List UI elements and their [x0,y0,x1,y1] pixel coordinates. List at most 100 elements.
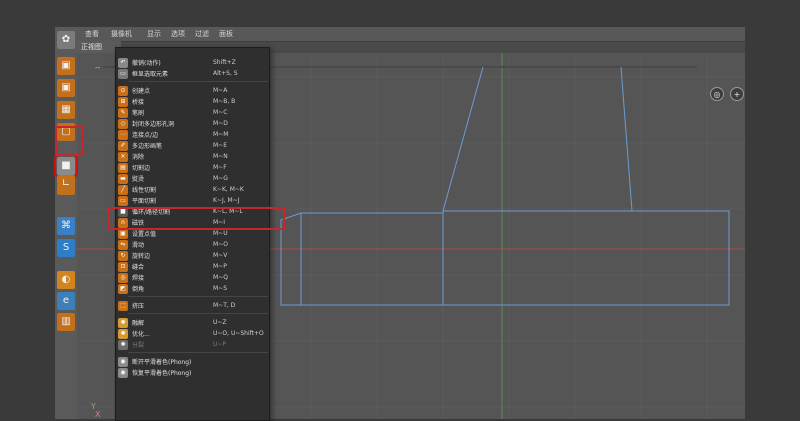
menu-panel[interactable]: 面板 [219,29,233,39]
menu-item-plane-cut[interactable]: ▭ 平面切割 K~J, M~J [116,195,269,206]
menu-item-melt[interactable]: ✺ 融解 U~Z [116,317,269,328]
menu-item-create-point[interactable]: ⊙ 创建点 M~A [116,85,269,96]
polygon-pen-icon: ✐ [118,140,128,151]
menu-item-shortcut: U~P [213,341,227,348]
line-cut-icon: ╱ [118,184,128,195]
view-marker-left: -- [95,64,101,72]
menu-item-shortcut: M~N [213,153,228,160]
menu-item-label: 优化... [132,331,150,338]
melt-icon: ✺ [118,317,128,328]
menu-item-label: 挤压 [132,303,145,310]
frame-selected-icon: ▭ [118,68,128,79]
plane-cut-icon: ▭ [118,195,128,206]
s-icon[interactable]: S [57,239,75,257]
mesh-e-icon[interactable]: e [57,292,75,310]
menu-item-label: 熨烫 [132,176,145,183]
menu-separator [128,296,268,297]
mesh-icon[interactable]: ▥ [57,313,75,331]
menu-item-optimize[interactable]: ✺ 优化... U~O, U~Shift+O [116,328,269,339]
menu-item-bridge[interactable]: ⊞ 桥接 M~B, B [116,96,269,107]
menu-item-weld[interactable]: ◎ 焊接 M~Q [116,272,269,283]
menu-item-label: 撤销(动作) [132,60,161,67]
menu-item-shortcut: M~O [213,241,228,248]
split-icon: ✺ [118,339,128,350]
close-poly-hole-icon: ◇ [118,118,128,129]
menu-camera[interactable]: 摄像机 [111,29,132,39]
menu-item-label: 设置点值 [132,231,157,238]
logo-icon[interactable]: ✿ [57,31,75,49]
grid-icon[interactable]: ▦ [57,101,75,119]
menu-item-bevel[interactable]: ◩ 倒角 M~S [116,283,269,294]
menu-item-shortcut: M~D [213,120,228,127]
connect-points-edges-icon: ⋯ [118,129,128,140]
menu-item-label: 多边形画笔 [132,143,163,150]
menu-item-slide[interactable]: ⇋ 滑动 M~O [116,239,269,250]
menu-item-close-poly-hole[interactable]: ◇ 封闭多边形孔洞 M~D [116,118,269,129]
menu-item-label: 创建点 [132,88,151,95]
menu-item-shortcut: M~F [213,164,227,171]
menu-item-shortcut: M~A [213,87,228,94]
menu-item-label: 框显选取元素 [132,71,169,78]
brush-icon: ✎ [118,107,128,118]
optimize-icon: ✺ [118,328,128,339]
menu-item-shortcut: M~B, B [213,98,236,105]
extrude-icon: ⬚ [118,300,128,311]
menu-item-shortcut: M~C [213,109,228,116]
menu-item-shortcut: M~U [213,230,228,237]
menu-item-brush[interactable]: ✎ 笔刷 M~C [116,107,269,118]
menu-item-shortcut: M~P [213,263,227,270]
view-zoom-button[interactable]: ◎ [710,87,724,101]
toolbar-highlight-box [55,126,83,156]
menu-view[interactable]: 查看 [85,29,99,39]
menu-item-label: 断开平滑着色(Phong) [132,359,192,366]
menu-item-shortcut: M~S [213,285,228,292]
menu-filter[interactable]: 过滤 [195,29,209,39]
menu-item-break-phong[interactable]: ◉ 断开平滑着色(Phong) [116,356,269,367]
menu-item-label: 焊接 [132,275,145,282]
menu-item-dissolve[interactable]: ✕ 消除 M~N [116,151,269,162]
mouse-icon[interactable]: ⌘ [57,217,75,235]
menu-item-polygon-pen[interactable]: ✐ 多边形画笔 M~E [116,140,269,151]
menu-item-label: 倒角 [132,286,145,293]
menu-item-frame-selected[interactable]: ▭ 框显选取元素 Alt+S, S [116,68,269,79]
menu-display[interactable]: 显示 [147,29,161,39]
menu-item-connect-points-edges[interactable]: ⋯ 连接点/边 M~M [116,129,269,140]
menu-separator [128,352,268,353]
menu-item-undo-action[interactable]: ↶ 撤销(动作) Shift+Z [116,57,269,68]
menu-item-label: 融解 [132,320,145,327]
undo-action-icon: ↶ [118,57,128,68]
menu-item-shortcut: Shift+Z [213,59,236,66]
cube-tool-icon[interactable]: ■ [54,154,78,178]
cube-1-icon[interactable]: ▣ [57,57,75,75]
cut-edge-icon: ▤ [118,162,128,173]
menu-item-restore-phong[interactable]: ◉ 恢复平滑着色(Phong) [116,367,269,378]
menu-item-label: 连接点/边 [132,132,159,139]
menu-item-shortcut: M~V [213,252,228,259]
menu-item-iron[interactable]: ▬ 熨烫 M~G [116,173,269,184]
menu-item-stitch[interactable]: ⊡ 缝合 M~P [116,261,269,272]
weld-icon: ◎ [118,272,128,283]
view-add-button[interactable]: + [730,87,744,101]
menu-item-shortcut: U~O, U~Shift+O [213,330,264,337]
menu-item-shortcut: M~M [213,131,229,138]
mesh-context-menu: ↶ 撤销(动作) Shift+Z ▭ 框显选取元素 Alt+S, S ⊙ 创建点 M~A ⊞ 桥接 M… [115,47,270,421]
menu-separator [128,81,268,82]
menu-item-spin-edge[interactable]: ↻ 旋转边 M~V [116,250,269,261]
menu-item-label: 桥接 [132,99,145,106]
restore-phong-icon: ◉ [118,367,128,378]
menu-item-label: 分裂 [132,342,145,349]
magnet-icon[interactable]: ◐ [57,271,75,289]
menu-item-shortcut: U~Z [213,319,227,326]
menu-item-cut-edge[interactable]: ▤ 切割边 M~F [116,162,269,173]
menu-item-extrude[interactable]: ⬚ 挤压 M~T, D [116,300,269,311]
viewport-menubar: 查看 摄像机 显示 选项 过滤 面板 [77,27,745,42]
menu-item-label: 恢复平滑着色(Phong) [132,370,192,377]
stitch-icon: ⊡ [118,261,128,272]
cube-2-icon[interactable]: ▣ [57,79,75,97]
menu-item-label: 滑动 [132,242,145,249]
menu-item-label: 平面切割 [132,198,157,205]
menu-options[interactable]: 选项 [171,29,185,39]
angle-icon[interactable]: ∟ [57,175,75,193]
menu-item-label: 缝合 [132,264,145,271]
menu-item-line-cut[interactable]: ╱ 线性切割 K~K, M~K [116,184,269,195]
